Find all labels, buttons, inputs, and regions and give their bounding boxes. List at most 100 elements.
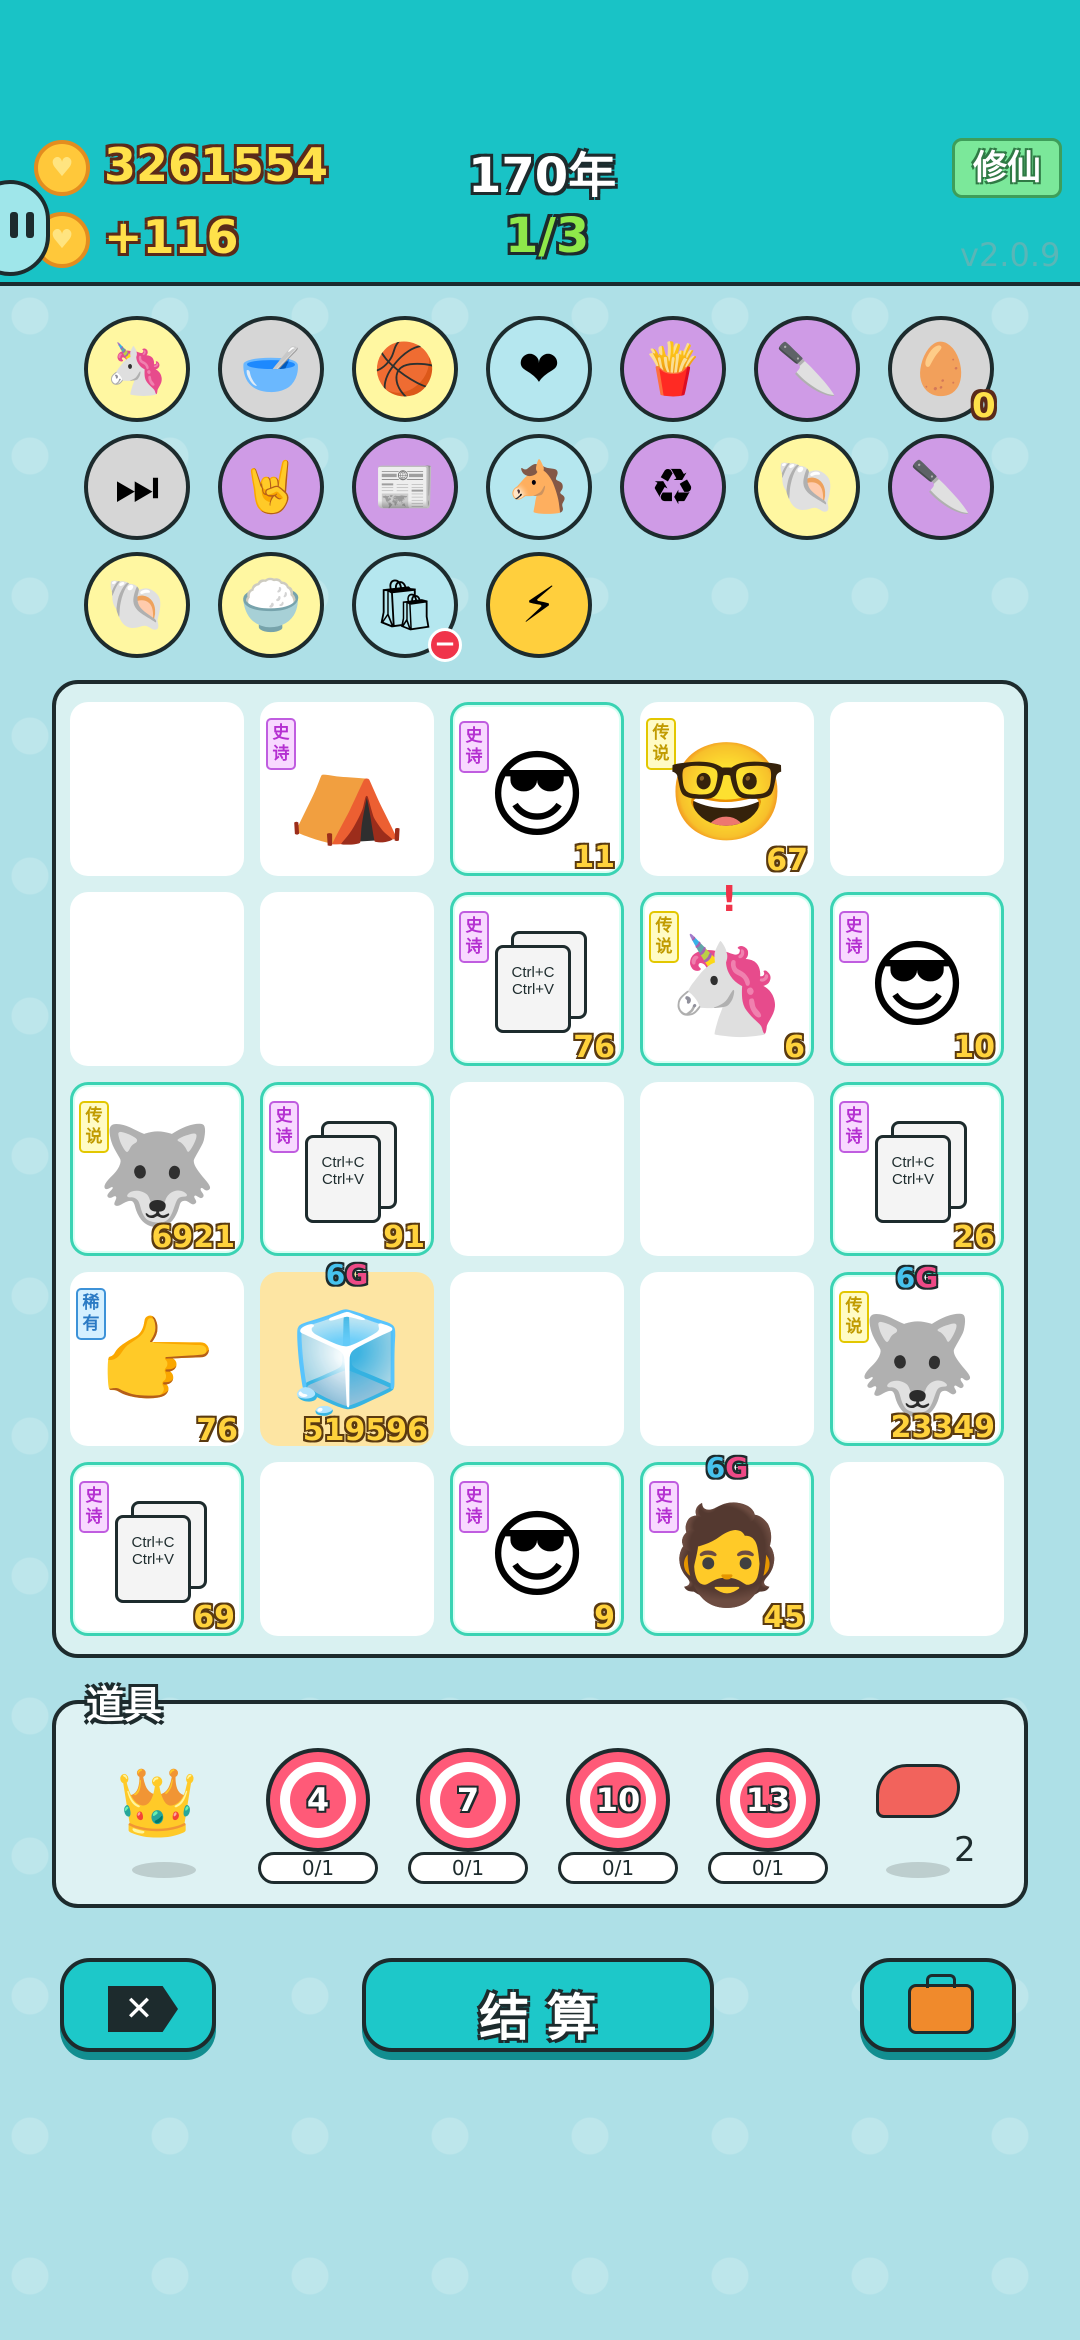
board-cell[interactable]: ! 传说 🦄 6 bbox=[640, 879, 814, 1066]
board-cell[interactable]: 史诗 Ctrl+C Ctrl+V 69 bbox=[70, 1462, 244, 1636]
version-label: v2.0.9 bbox=[960, 236, 1061, 274]
coin-icon bbox=[34, 140, 90, 196]
board-cell-empty[interactable] bbox=[260, 1462, 434, 1636]
board-cell-empty[interactable] bbox=[450, 1272, 624, 1446]
shadow bbox=[886, 1862, 950, 1878]
unicorn-icon[interactable]: 🦄 bbox=[84, 316, 190, 422]
board-cell[interactable]: 6G 史诗 🧔 45 bbox=[640, 1451, 814, 1636]
fries-icon[interactable]: 🍟 bbox=[620, 316, 726, 422]
board-cell-empty[interactable] bbox=[640, 1272, 814, 1446]
board-cell-empty[interactable] bbox=[640, 1082, 814, 1256]
cell-value: 69 bbox=[193, 1600, 235, 1635]
board-cell[interactable]: 6G 🧊 519596 bbox=[260, 1258, 434, 1448]
target-13-button[interactable]: 13 bbox=[716, 1748, 820, 1852]
cell-value: 519596 bbox=[302, 1413, 428, 1448]
cell-value: 45 bbox=[763, 1600, 805, 1635]
board-cell[interactable]: 6G 传说 🐺 23349 bbox=[830, 1261, 1004, 1446]
target-7-count: 0/1 bbox=[408, 1852, 528, 1884]
board-cell[interactable]: 史诗 😎 11 bbox=[450, 702, 624, 876]
settle-label: 结 算 bbox=[479, 1989, 597, 2047]
board-cell[interactable]: 传说 🤓 67 bbox=[640, 702, 814, 878]
basketballs-icon[interactable]: 🏀 bbox=[352, 316, 458, 422]
copy-paste-card: Ctrl+C Ctrl+V bbox=[115, 1515, 191, 1603]
pause-icon-bar bbox=[26, 212, 34, 238]
crown-icon[interactable]: 👑 bbox=[116, 1764, 198, 1842]
egg-tray-count: 0 bbox=[972, 386, 996, 426]
quit-button[interactable]: ✕ bbox=[60, 1958, 216, 2052]
rock-hand-icon[interactable]: 🤘 bbox=[218, 434, 324, 540]
board-cell-empty[interactable] bbox=[260, 892, 434, 1066]
rarity-tag: 史诗 bbox=[79, 1481, 109, 1533]
alert-icon: ! bbox=[721, 879, 738, 920]
cell-value: 76 bbox=[573, 1030, 615, 1065]
skip-icon[interactable]: ⏭ bbox=[84, 434, 190, 540]
board-cell-empty[interactable] bbox=[70, 702, 244, 876]
cell-value: 9 bbox=[594, 1600, 615, 1635]
settle-button[interactable]: 结 算 bbox=[362, 1958, 714, 2052]
cell-value: 23349 bbox=[890, 1410, 995, 1445]
rarity-tag: 史诗 bbox=[459, 911, 489, 963]
coin-income: +116 bbox=[104, 210, 239, 264]
network-badge: 6G bbox=[325, 1258, 369, 1291]
target-10-count: 0/1 bbox=[558, 1852, 678, 1884]
briefcase-handle bbox=[926, 1974, 956, 1988]
recycle-icon[interactable]: ♻ bbox=[620, 434, 726, 540]
rice-bowl-icon[interactable]: 🍚 bbox=[218, 552, 324, 658]
year-label: 170年 bbox=[468, 148, 617, 204]
stage-progress: 1/3 bbox=[505, 208, 590, 264]
cell-value: 67 bbox=[766, 843, 808, 878]
rarity-tag: 史诗 bbox=[839, 1101, 869, 1153]
board-cell[interactable]: 史诗 Ctrl+C Ctrl+V 91 bbox=[260, 1082, 434, 1256]
heart-fan-icon[interactable]: ❤ bbox=[486, 316, 592, 422]
cultivation-button[interactable]: 修仙 bbox=[952, 138, 1062, 198]
coin-total: 3261554 bbox=[104, 138, 329, 192]
cell-value: 6921 bbox=[151, 1220, 236, 1255]
target-4-count: 0/1 bbox=[258, 1852, 378, 1884]
rarity-tag: 史诗 bbox=[269, 1101, 299, 1153]
board-cell[interactable]: 史诗 Ctrl+C Ctrl+V 76 bbox=[450, 892, 624, 1066]
copy-paste-card: Ctrl+C Ctrl+V bbox=[305, 1135, 381, 1223]
bag-button[interactable] bbox=[860, 1958, 1016, 2052]
remove-badge-icon[interactable]: − bbox=[428, 628, 462, 662]
rabbit-tent-icon: ⛺ bbox=[287, 736, 407, 848]
board-cell[interactable]: 史诗 ⛺ bbox=[260, 702, 434, 876]
briefcase-icon bbox=[908, 1984, 974, 2034]
pointing-hand-icon: 👉 bbox=[97, 1306, 217, 1418]
close-icon: ✕ bbox=[108, 1986, 178, 2032]
target-10-button[interactable]: 10 bbox=[566, 1748, 670, 1852]
board-cell-empty[interactable] bbox=[830, 1462, 1004, 1636]
cell-value: 6 bbox=[784, 1030, 805, 1065]
liver-icon[interactable] bbox=[876, 1764, 960, 1818]
time-magazine-icon[interactable]: 📰 bbox=[352, 434, 458, 540]
pause-icon bbox=[10, 212, 18, 238]
lightning-icon[interactable]: ⚡ bbox=[486, 552, 592, 658]
bald-glasses-man-icon: 🤓 bbox=[667, 736, 787, 848]
cleaver-icon[interactable]: 🔪 bbox=[754, 316, 860, 422]
cleaver-icon[interactable]: 🔪 bbox=[888, 434, 994, 540]
dog-bowl-icon[interactable]: 🥣 bbox=[218, 316, 324, 422]
target-4-button[interactable]: 4 bbox=[266, 1748, 370, 1852]
game-board: 史诗 ⛺ 史诗 😎 11 传说 🤓 67 史诗 Ctrl+C Ctrl+V 76 … bbox=[52, 680, 1028, 1658]
shell-icon[interactable]: 🐚 bbox=[754, 434, 860, 540]
board-cell[interactable]: 传说 🐺 6921 bbox=[70, 1082, 244, 1256]
copy-paste-card: Ctrl+C Ctrl+V bbox=[495, 945, 571, 1033]
board-cell-empty[interactable] bbox=[70, 892, 244, 1066]
twin-horses-icon[interactable]: 🐴 bbox=[486, 434, 592, 540]
liver-count: 2 bbox=[954, 1830, 976, 1870]
cell-value: 76 bbox=[196, 1413, 238, 1448]
top-bar: 3261554 +116 170年 1/3 修仙 v2.0.9 bbox=[0, 0, 1080, 286]
network-badge: 6G bbox=[705, 1451, 749, 1484]
cell-value: 10 bbox=[953, 1030, 995, 1065]
board-cell[interactable]: 史诗 Ctrl+C Ctrl+V 26 bbox=[830, 1082, 1004, 1256]
shadow bbox=[132, 1862, 196, 1878]
board-cell[interactable]: 史诗 😎 9 bbox=[450, 1462, 624, 1636]
props-panel: 👑 4 0/1 7 0/1 10 0/1 13 0/1 2 bbox=[52, 1700, 1028, 1908]
board-cell[interactable]: 稀有 👉 76 bbox=[70, 1272, 244, 1448]
board-cell-empty[interactable] bbox=[450, 1082, 624, 1256]
props-title: 道具 bbox=[86, 1683, 163, 1727]
cell-value: 26 bbox=[953, 1220, 995, 1255]
board-cell[interactable]: 史诗 😎 10 bbox=[830, 892, 1004, 1066]
shell-icon[interactable]: 🐚 bbox=[84, 552, 190, 658]
board-cell-empty[interactable] bbox=[830, 702, 1004, 876]
target-7-button[interactable]: 7 bbox=[416, 1748, 520, 1852]
